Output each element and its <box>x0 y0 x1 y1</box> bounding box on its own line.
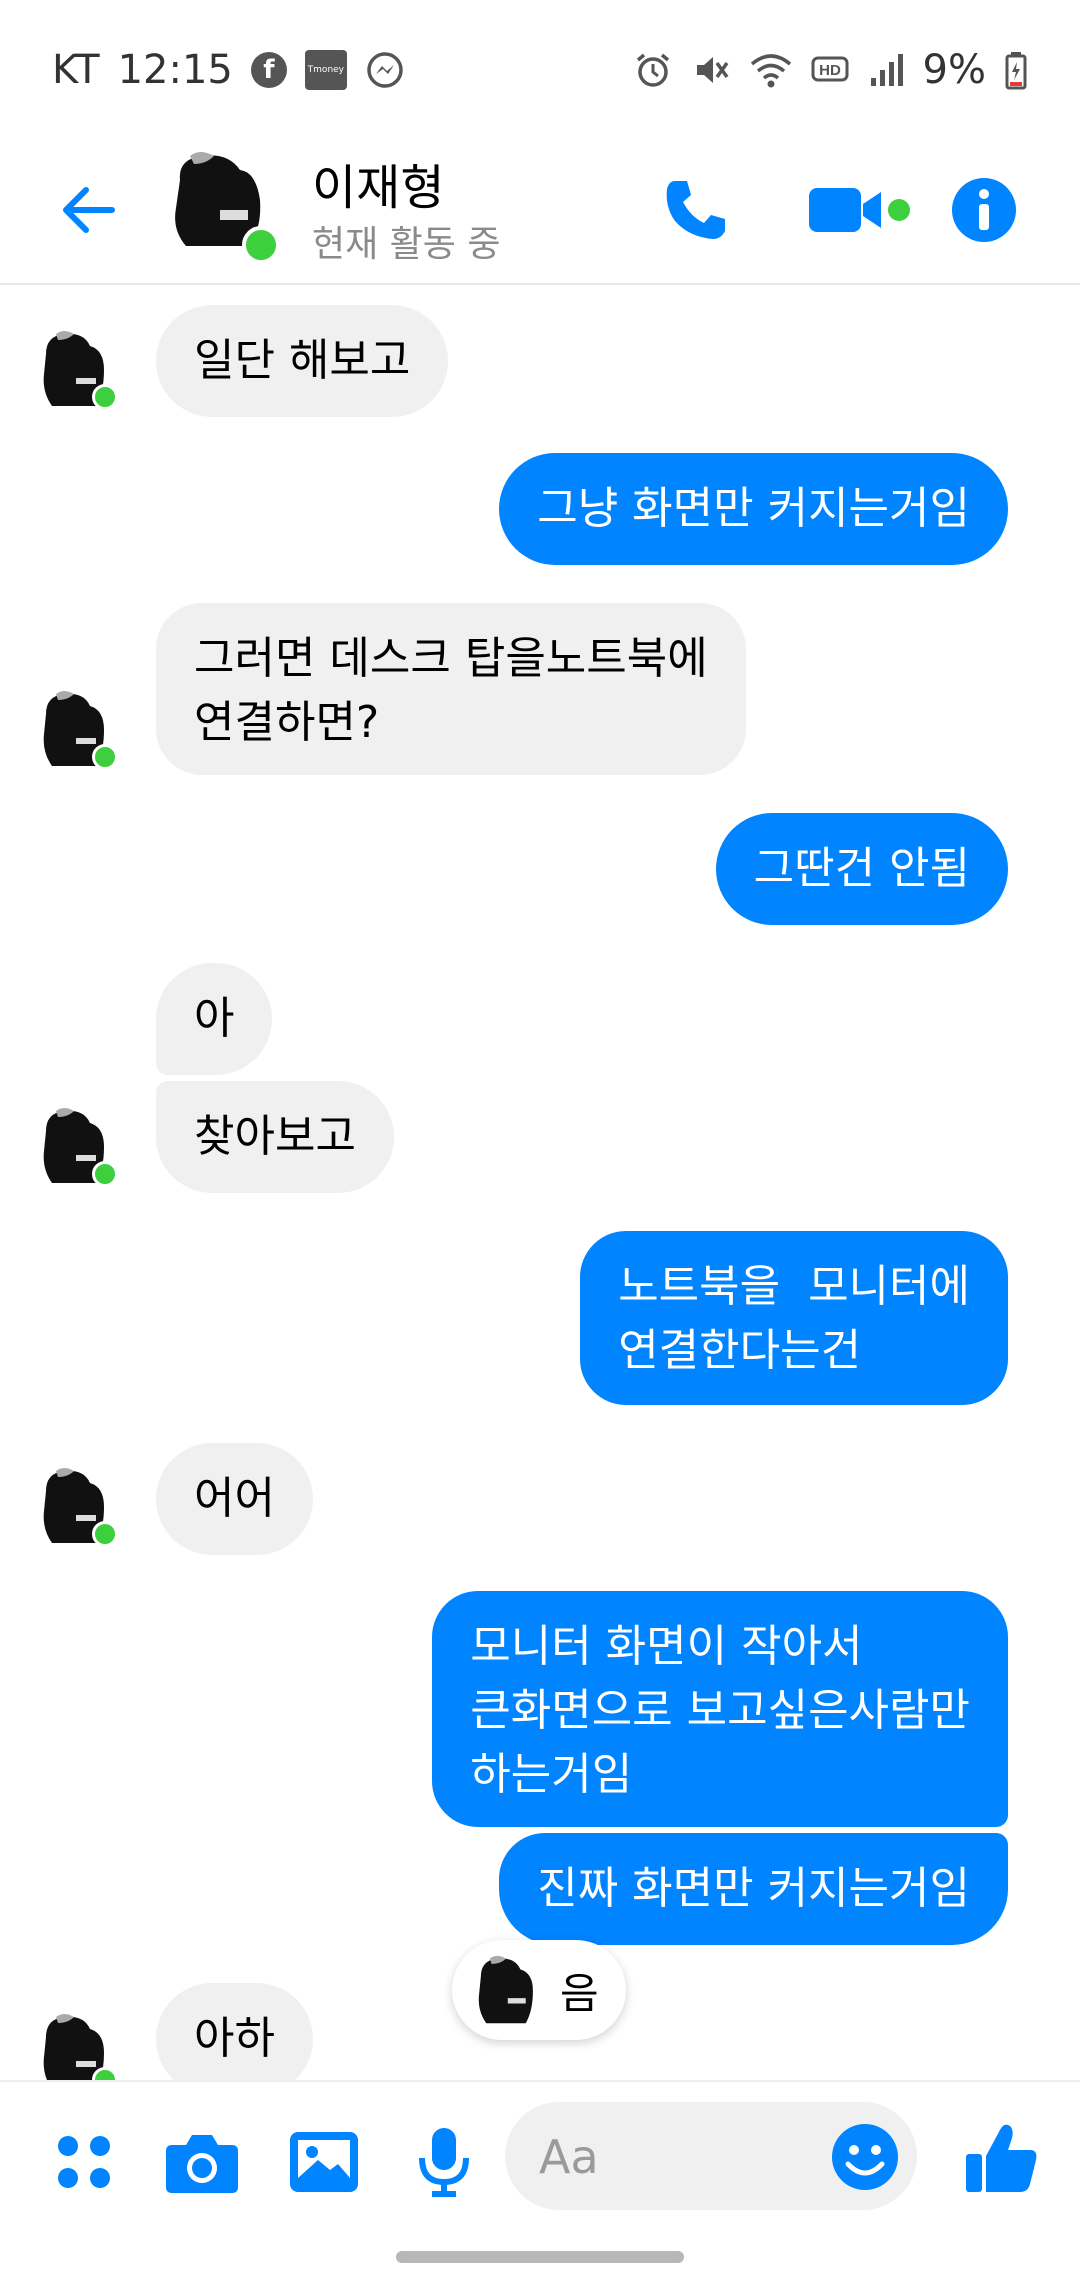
reaction-avatar <box>478 1955 533 2024</box>
signal-icon <box>869 50 905 90</box>
facebook-notification-icon: f <box>250 52 287 88</box>
microphone-icon <box>419 2128 469 2197</box>
alarm-icon <box>633 50 673 90</box>
apps-button[interactable] <box>44 2122 124 2202</box>
message-bubble-outgoing[interactable]: 그냥 화면만 커지는거임 <box>499 453 1008 565</box>
composer-bar <box>0 2080 1080 2230</box>
message-bubble-outgoing[interactable]: 그딴건 안됨 <box>715 813 1008 925</box>
battery-percent: 9% <box>922 47 986 93</box>
tmoney-notification-icon: Tmoney <box>304 50 347 90</box>
sender-avatar[interactable] <box>40 330 118 410</box>
mute-icon <box>691 50 731 90</box>
video-call-button[interactable] <box>800 160 920 260</box>
message-bubble-incoming[interactable]: 어어 <box>156 1443 313 1555</box>
back-arrow-icon <box>63 187 115 233</box>
wifi-icon <box>749 50 793 90</box>
message-input[interactable] <box>537 2120 821 2194</box>
message-thread[interactable]: 일단 해보고 그냥 화면만 커지는거임 그러면 데스크 탑을노트북에 연결하면?… <box>0 285 1080 2080</box>
reaction-popup[interactable]: 음 <box>452 1940 626 2040</box>
sender-avatar[interactable] <box>40 1467 118 1547</box>
contact-status: 현재 활동 중 <box>312 224 501 265</box>
online-indicator <box>242 226 280 264</box>
svg-text:HD: HD <box>819 62 841 79</box>
message-input-container[interactable] <box>505 2102 917 2210</box>
status-bar-left: KT 12:15 f Tmoney <box>52 47 405 93</box>
sender-avatar[interactable] <box>40 690 118 770</box>
camera-button[interactable] <box>162 2122 242 2202</box>
voice-message-button[interactable] <box>404 2122 484 2202</box>
tmoney-label: Tmoney <box>307 65 345 75</box>
hd-voice-icon: HD <box>811 50 851 90</box>
message-bubble-incoming[interactable]: 아하 <box>156 1983 313 2080</box>
message-bubble-incoming[interactable]: 그러면 데스크 탑을노트북에 연결하면? <box>156 603 746 775</box>
video-camera-icon <box>809 188 910 232</box>
contact-name[interactable]: 이재형 <box>312 148 444 218</box>
like-button[interactable] <box>962 2118 1042 2198</box>
voice-call-button[interactable] <box>656 160 736 260</box>
online-indicator <box>92 1161 118 1187</box>
info-icon <box>952 178 1016 242</box>
status-bar: KT 12:15 f Tmoney HD 9% <box>0 0 1080 140</box>
messenger-notification-icon <box>365 50 405 90</box>
sender-avatar[interactable] <box>40 1107 118 1187</box>
online-indicator <box>92 744 118 770</box>
online-indicator <box>92 1521 118 1547</box>
sender-avatar[interactable] <box>40 2013 118 2080</box>
emoji-button[interactable] <box>830 2122 900 2192</box>
online-indicator <box>92 2067 118 2080</box>
message-bubble-incoming[interactable]: 아 <box>156 963 273 1075</box>
apps-grid-icon <box>58 2136 110 2188</box>
home-indicator[interactable] <box>396 2251 684 2263</box>
online-indicator <box>92 384 118 410</box>
clock: 12:15 <box>117 47 233 93</box>
message-bubble-incoming[interactable]: 찾아보고 <box>156 1081 394 1193</box>
reaction-text: 음 <box>560 1968 599 2018</box>
message-bubble-outgoing[interactable]: 진짜 화면만 커지는거임 <box>499 1833 1008 1945</box>
gallery-icon <box>290 2132 358 2192</box>
message-bubble-incoming[interactable]: 일단 해보고 <box>156 305 449 417</box>
phone-icon <box>666 181 725 239</box>
info-button[interactable] <box>948 160 1020 260</box>
thumbs-up-icon <box>966 2124 1037 2192</box>
gallery-button[interactable] <box>284 2122 364 2202</box>
message-bubble-outgoing[interactable]: 모니터 화면이 작아서 큰화면으로 보고싶은사람만 하는거임 <box>432 1591 1008 1827</box>
message-bubble-outgoing[interactable]: 노트북을 모니터에 연결한다는건 <box>580 1231 1008 1405</box>
status-bar-right: HD 9% <box>633 47 1028 93</box>
camera-icon <box>166 2135 238 2193</box>
battery-icon <box>1004 50 1028 90</box>
conversation-header: 이재형 현재 활동 중 <box>0 140 1080 285</box>
carrier-label: KT <box>52 47 100 93</box>
contact-avatar[interactable] <box>170 150 280 264</box>
emoji-icon <box>832 2124 898 2190</box>
back-button[interactable] <box>48 170 128 250</box>
